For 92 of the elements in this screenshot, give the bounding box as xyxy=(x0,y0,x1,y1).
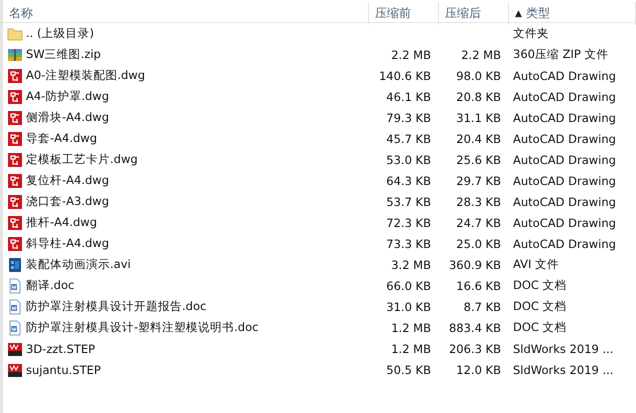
compressed-size-cell-text: 29.7 KB xyxy=(455,174,502,188)
file-name[interactable]: 导套-A4.dwg xyxy=(26,131,97,146)
drawing-file-icon xyxy=(7,110,23,126)
type-cell-text: 360压缩 ZIP 文件 xyxy=(512,47,610,62)
drawing-file-icon xyxy=(7,68,23,84)
compressed-size-cell-text: 206.3 KB xyxy=(448,342,502,356)
archive-icon xyxy=(7,46,23,62)
size-cell-text: 45.7 KB xyxy=(385,132,432,146)
file-name[interactable]: sujantu.STEP xyxy=(26,362,101,376)
file-name[interactable]: 装配体动画演示.avi xyxy=(26,257,131,272)
type-cell-text: DOC 文档 xyxy=(512,320,568,335)
document-icon xyxy=(7,320,23,336)
file-name[interactable]: .. (上级目录) xyxy=(26,26,94,41)
file-name[interactable]: 翻译.doc xyxy=(26,278,74,293)
compressed-size-cell-text: 360.9 KB xyxy=(448,258,502,272)
column-label: 压缩后 xyxy=(445,5,481,22)
type-cell-text: AutoCAD Drawing xyxy=(512,236,617,250)
drawing-file-icon xyxy=(7,172,23,188)
size-cell-text: 66.0 KB xyxy=(385,278,432,292)
compressed-size-cell-text: 16.6 KB xyxy=(455,278,502,292)
type-cell-text: AutoCAD Drawing xyxy=(512,174,617,188)
size-cell-text: 2.2 MB xyxy=(390,48,432,62)
compressed-size-cell-text: 98.0 KB xyxy=(455,68,502,82)
file-name[interactable]: 定模板工艺卡片.dwg xyxy=(26,152,138,167)
file-name[interactable]: SW三维图.zip xyxy=(26,47,101,62)
folder-icon xyxy=(7,26,23,42)
compressed-size-cell-text: 2.2 MB xyxy=(460,48,502,62)
type-cell-text: SldWorks 2019 ... xyxy=(512,362,614,376)
type-cell-text: AutoCAD Drawing xyxy=(512,110,617,124)
file-name[interactable]: 防护罩注射模具设计开题报告.doc xyxy=(26,299,206,314)
size-cell-text: 64.3 KB xyxy=(385,174,432,188)
compressed-size-cell-text: 20.4 KB xyxy=(455,132,502,146)
file-name[interactable]: 侧滑块-A4.dwg xyxy=(26,110,109,125)
size-cell-text: 46.1 KB xyxy=(385,90,432,104)
document-icon xyxy=(7,278,23,294)
sort-arrow-icon: ▲ xyxy=(515,8,522,18)
type-cell-text: 文件夹 xyxy=(512,26,550,41)
type-cell-text: AutoCAD Drawing xyxy=(512,194,617,208)
compressed-size-cell-text: 31.1 KB xyxy=(455,110,502,124)
drawing-file-icon xyxy=(7,214,23,230)
compressed-size-cell-text: 8.7 KB xyxy=(462,300,502,314)
drawing-file-icon xyxy=(7,130,23,146)
size-cell-text: 79.3 KB xyxy=(385,110,432,124)
size-cell-text: 1.2 MB xyxy=(390,342,432,356)
file-name[interactable]: A4-防护罩.dwg xyxy=(26,89,109,104)
file-name[interactable]: 复位杆-A4.dwg xyxy=(26,173,109,188)
video-file-icon xyxy=(7,256,23,272)
size-cell-text: 50.5 KB xyxy=(385,362,432,376)
type-cell-text: AutoCAD Drawing xyxy=(512,68,617,82)
type-cell-text: AutoCAD Drawing xyxy=(512,90,617,104)
compressed-size-cell-text: 883.4 KB xyxy=(448,320,502,334)
drawing-file-icon xyxy=(7,152,23,168)
column-header[interactable]: 压缩后 xyxy=(439,2,509,25)
file-name[interactable]: 推杆-A4.dwg xyxy=(26,215,97,230)
size-cell-text: 53.7 KB xyxy=(385,194,432,208)
compressed-size-cell-text: 12.0 KB xyxy=(455,362,502,376)
column-header[interactable]: ▲ 类型 xyxy=(509,2,636,25)
drawing-file-icon xyxy=(7,236,23,252)
file-name[interactable]: 3D-zzt.STEP xyxy=(26,342,96,356)
size-cell-text: 73.3 KB xyxy=(385,236,432,250)
type-cell-text: AutoCAD Drawing xyxy=(512,152,617,166)
file-name[interactable]: 防护罩注射模具设计-塑料注塑模说明书.doc xyxy=(26,320,258,335)
column-header[interactable]: 压缩前 xyxy=(369,2,439,25)
file-name[interactable]: 浇口套-A3.dwg xyxy=(26,194,109,209)
type-cell-text: DOC 文档 xyxy=(512,299,568,314)
type-cell-text: SldWorks 2019 ... xyxy=(512,342,614,356)
model-file-icon xyxy=(7,340,23,356)
size-cell-text: 31.0 KB xyxy=(385,300,432,314)
file-name[interactable]: A0-注塑模装配图.dwg xyxy=(26,68,145,83)
compressed-size-cell-text: 28.3 KB xyxy=(455,194,502,208)
type-cell-text: AutoCAD Drawing xyxy=(512,132,617,146)
size-cell-text: 140.6 KB xyxy=(378,68,432,82)
compressed-size-cell-text: 20.8 KB xyxy=(455,90,502,104)
column-header[interactable]: 名称 xyxy=(3,2,369,25)
size-cell-text: 53.0 KB xyxy=(385,152,432,166)
size-cell-text: 72.3 KB xyxy=(385,216,432,230)
column-label: 名称 xyxy=(9,5,33,22)
file-name[interactable]: 斜导柱-A4.dwg xyxy=(26,236,109,251)
type-cell-text: AVI 文件 xyxy=(512,257,560,272)
compressed-size-cell-text: 24.7 KB xyxy=(455,216,502,230)
compressed-size-cell-text: 25.6 KB xyxy=(455,152,502,166)
type-cell-text: DOC 文档 xyxy=(512,278,568,293)
compressed-size-cell-text: 25.0 KB xyxy=(455,236,502,250)
drawing-file-icon xyxy=(7,88,23,104)
column-label: 压缩前 xyxy=(375,5,411,22)
model-file-icon xyxy=(7,362,23,378)
document-icon xyxy=(7,298,23,314)
drawing-file-icon xyxy=(7,194,23,210)
column-label: 类型 xyxy=(526,5,550,22)
size-cell-text: 1.2 MB xyxy=(390,320,432,334)
type-cell-text: AutoCAD Drawing xyxy=(512,216,617,230)
size-cell-text: 3.2 MB xyxy=(390,258,432,272)
